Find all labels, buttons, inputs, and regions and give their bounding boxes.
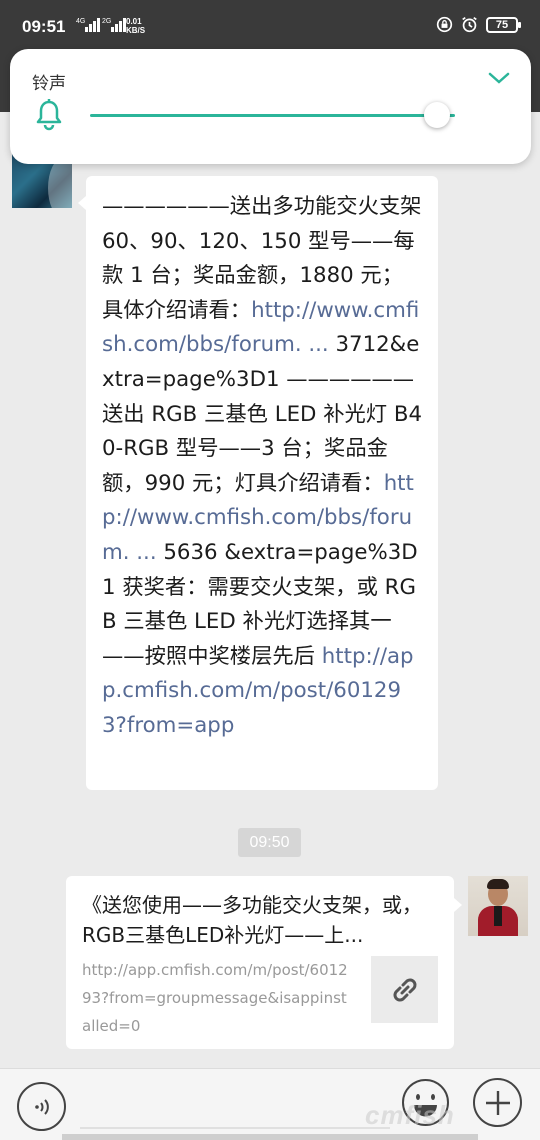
battery-indicator: 75: [486, 16, 521, 33]
card-url: http://app.cmfish.com/m/post/601293?from…: [82, 961, 348, 1035]
time-divider: 09:50: [238, 828, 301, 857]
avatar-figure-shirt: [494, 906, 502, 926]
volume-slider-thumb[interactable]: [423, 102, 450, 128]
chevron-down-icon[interactable]: [487, 69, 511, 87]
card-thumbnail: [371, 956, 438, 1023]
voice-icon: [34, 1098, 49, 1115]
keyboard-strip: [62, 1134, 478, 1140]
volume-slider-track[interactable]: [90, 114, 455, 117]
lock-icon: [436, 16, 453, 33]
status-bar: 09:51 4G 2G 0.01 KB/S 75: [0, 0, 540, 54]
outgoing-link-card[interactable]: 《送您使用——多功能交火支架，或，RGB三基色LED补光灯——上... http…: [66, 876, 462, 1049]
input-bar: [0, 1068, 540, 1140]
signal-2g-icon: 2G: [102, 18, 127, 32]
battery-level: 75: [495, 18, 509, 31]
watermark: cmfish: [365, 1100, 455, 1130]
message-text: ——————送出多功能交火支架 60、90、120、150 型号——每款 1 台…: [102, 190, 422, 744]
link-icon: [393, 978, 416, 1001]
signal-4g-icon: 4G: [76, 18, 101, 32]
volume-panel: 铃声: [10, 49, 531, 164]
plus-button[interactable]: [473, 1078, 522, 1127]
signal-2g-label: 2G: [102, 18, 112, 25]
avatar-figure-hair: [487, 879, 509, 889]
volume-label: 铃声: [32, 74, 66, 94]
alarm-icon: [462, 16, 477, 33]
incoming-message-bubble[interactable]: ——————送出多功能交火支架 60、90、120、150 型号——每款 1 台…: [78, 176, 438, 790]
card-title: 《送您使用——多功能交火支架，或，RGB三基色LED补光灯——上...: [82, 893, 422, 947]
net-speed: 0.01 KB/S: [126, 17, 145, 35]
my-avatar[interactable]: [468, 876, 528, 936]
status-right: 75: [436, 16, 521, 33]
plus-icon: [485, 1090, 510, 1115]
bell-icon[interactable]: [34, 98, 64, 132]
net-speed-value: 0.01: [126, 17, 142, 26]
voice-button[interactable]: [17, 1082, 66, 1131]
status-time: 09:51: [22, 17, 66, 36]
signal-4g-label: 4G: [76, 18, 86, 25]
message-input[interactable]: [80, 1127, 390, 1129]
net-speed-unit: KB/S: [126, 26, 146, 35]
